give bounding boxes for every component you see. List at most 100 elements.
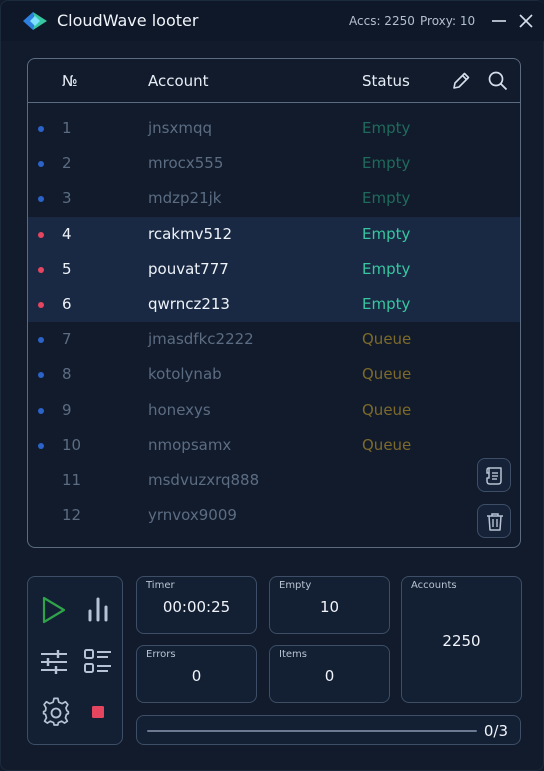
row-account: msdvuzxrq888 [148,471,260,489]
row-account: jmasdfkc2222 [148,330,254,349]
row-status-dot [38,196,44,203]
accounts-count: Accs: 2250 [349,14,415,28]
table-row[interactable]: 4 rcakmv512 Empty [28,216,520,252]
stop-icon[interactable] [82,696,114,728]
accounts-value: 2250 [442,632,481,650]
errors-value: 0 [191,667,202,685]
minimize-icon[interactable] [489,11,509,31]
close-icon[interactable] [516,11,536,31]
empty-value: 10 [319,598,340,616]
empty-label: Empty [279,580,312,591]
row-number: 9 [62,400,72,419]
table-row[interactable]: 8 kotolynab Queue [28,357,520,392]
gear-icon[interactable] [40,696,72,728]
table-row[interactable]: 11 msdvuzxrq888 [28,463,520,498]
row-account: kotolynab [148,365,222,384]
row-account: jnsxmqq [148,119,213,137]
row-number: 5 [62,259,72,278]
row-status-dot [38,231,44,238]
row-status-dot [38,337,44,344]
row-status: Empty [362,189,411,208]
row-account: pouvat777 [148,259,229,278]
row-number: 1 [62,119,72,137]
row-status: Empty [362,259,411,278]
table-row[interactable]: 12 yrnvox9009 [28,498,520,533]
row-status-dot [38,302,44,308]
row-account: yrnvox9009 [148,506,237,525]
proxy-count: Proxy: 10 [420,14,476,28]
scroll-list-icon [486,467,502,485]
progress-card: 0/3 [136,715,521,745]
items-value: 0 [324,667,335,685]
settings-sliders-icon[interactable] [38,646,70,678]
search-icon[interactable] [487,70,509,92]
accounts-table: № Account Status 1 jnsxmqq Empty 2 mrocx555 E… [27,58,521,548]
task-list-icon[interactable] [82,646,114,678]
row-number: 12 [62,506,82,525]
row-status: Queue [362,400,412,419]
table-header: № Account Status [28,59,520,103]
log-button[interactable] [477,458,511,492]
row-status-dot [38,442,44,449]
row-number: 11 [62,471,82,489]
row-status-dot [38,161,44,168]
row-number: 10 [62,435,82,454]
row-status: Queue [362,435,412,454]
table-row[interactable]: 3 mdzp21jk Empty [28,181,520,216]
row-status: Queue [362,330,412,349]
row-status-dot [38,266,44,273]
edit-icon[interactable] [450,70,472,92]
header-number[interactable]: № [62,72,78,90]
table-row[interactable]: 6 qwrncz213 Empty [28,287,520,322]
row-status: Empty [362,119,411,137]
table-row[interactable]: 10 nmopsamx Queue [28,428,520,463]
row-account: mrocx555 [148,154,224,173]
row-number: 7 [62,330,72,349]
timer-card: Timer 00:00:25 [136,576,257,634]
table-row[interactable]: 7 jmasdfkc2222 Queue [28,322,520,357]
row-number: 6 [62,295,72,313]
table-row[interactable]: 2 mrocx555 Empty [28,146,520,181]
row-status: Empty [362,224,411,243]
app-title: CloudWave looter [57,11,199,30]
table-row[interactable]: 1 jnsxmqq Empty [28,111,520,146]
items-label: Items [279,649,307,660]
control-panel [27,576,123,745]
row-status: Empty [362,295,411,313]
accounts-label: Accounts [411,580,457,591]
row-account: nmopsamx [148,435,232,454]
app-window: CloudWave looter Accs: 2250 Proxy: 10 № … [0,0,544,771]
table-row[interactable]: 5 pouvat777 Empty [28,251,520,287]
empty-card: Empty 10 [269,576,390,634]
play-icon[interactable] [38,594,70,626]
trash-icon [487,513,503,531]
row-number: 8 [62,365,72,384]
timer-label: Timer [146,580,175,591]
accounts-card: Accounts 2250 [401,576,522,703]
errors-card: Errors 0 [136,645,257,703]
row-status-dot [38,407,44,414]
header-status[interactable]: Status [362,72,410,90]
app-logo-icon [23,12,47,30]
progress-bar [147,730,477,732]
header-account[interactable]: Account [148,72,209,90]
row-status: Empty [362,154,411,173]
timer-value: 00:00:25 [162,598,231,616]
row-status-dot [38,126,44,132]
row-status: Queue [362,365,412,384]
delete-button[interactable] [477,504,511,538]
row-account: honexys [148,400,211,419]
table-row[interactable]: 9 honexys Queue [28,393,520,428]
progress-text: 0/3 [483,722,508,740]
row-status-dot [38,372,44,379]
statistics-icon[interactable] [82,594,114,626]
row-number: 2 [62,154,72,173]
row-number: 4 [62,224,72,243]
title-bar[interactable]: CloudWave looter Accs: 2250 Proxy: 10 [1,1,544,41]
errors-label: Errors [146,649,176,660]
row-account: mdzp21jk [148,189,222,208]
row-account: qwrncz213 [148,295,230,313]
row-account: rcakmv512 [148,224,233,243]
row-number: 3 [62,189,72,208]
items-card: Items 0 [269,645,390,703]
